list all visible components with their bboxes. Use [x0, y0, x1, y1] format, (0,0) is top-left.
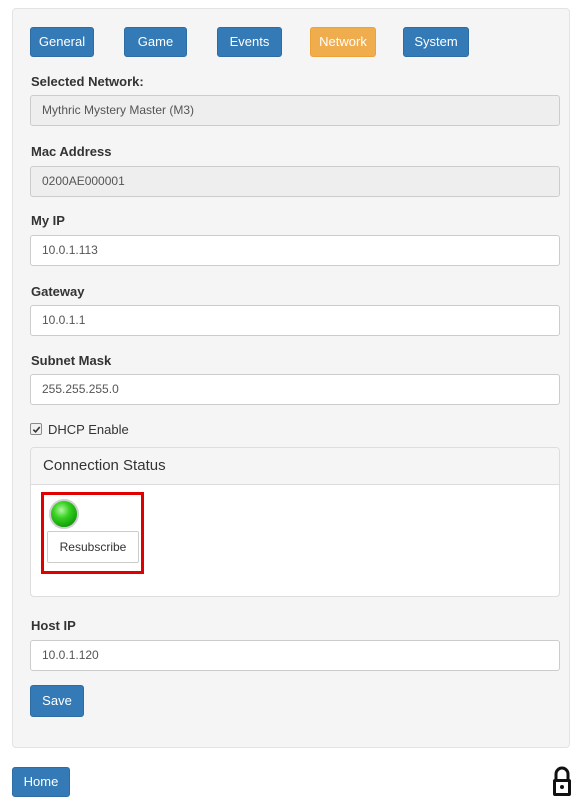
- subnet-mask-label: Subnet Mask: [31, 353, 112, 368]
- tab-events[interactable]: Events: [217, 27, 282, 57]
- my-ip-label: My IP: [31, 213, 65, 228]
- save-button[interactable]: Save: [30, 685, 84, 717]
- selected-network-field[interactable]: Mythric Mystery Master (M3): [30, 95, 560, 126]
- gateway-input[interactable]: 10.0.1.1: [30, 305, 560, 336]
- lock-icon[interactable]: [552, 766, 572, 796]
- tab-network[interactable]: Network: [310, 27, 376, 57]
- dhcp-checkbox[interactable]: [30, 423, 42, 435]
- subnet-mask-input[interactable]: 255.255.255.0: [30, 374, 560, 405]
- tab-general[interactable]: General: [30, 27, 94, 57]
- highlight-box: Resubscribe: [41, 492, 144, 574]
- selected-network-label: Selected Network:: [31, 74, 144, 89]
- home-button[interactable]: Home: [12, 767, 70, 797]
- dhcp-label: DHCP Enable: [48, 421, 129, 437]
- connection-status-title: Connection Status: [31, 448, 559, 485]
- resubscribe-button[interactable]: Resubscribe: [47, 531, 139, 563]
- my-ip-input[interactable]: 10.0.1.113: [30, 235, 560, 266]
- gateway-label: Gateway: [31, 284, 85, 299]
- mac-address-label: Mac Address: [31, 144, 112, 159]
- dhcp-row: DHCP Enable: [30, 421, 129, 437]
- tab-system[interactable]: System: [403, 27, 469, 57]
- mac-address-field[interactable]: 0200AE000001: [30, 166, 560, 197]
- connection-indicator: [49, 499, 79, 529]
- host-ip-label: Host IP: [31, 618, 76, 633]
- connection-status-panel: Connection Status Resubscribe: [30, 447, 560, 597]
- checkmark-icon: [32, 425, 40, 433]
- host-ip-input[interactable]: 10.0.1.120: [30, 640, 560, 671]
- tab-game[interactable]: Game: [124, 27, 187, 57]
